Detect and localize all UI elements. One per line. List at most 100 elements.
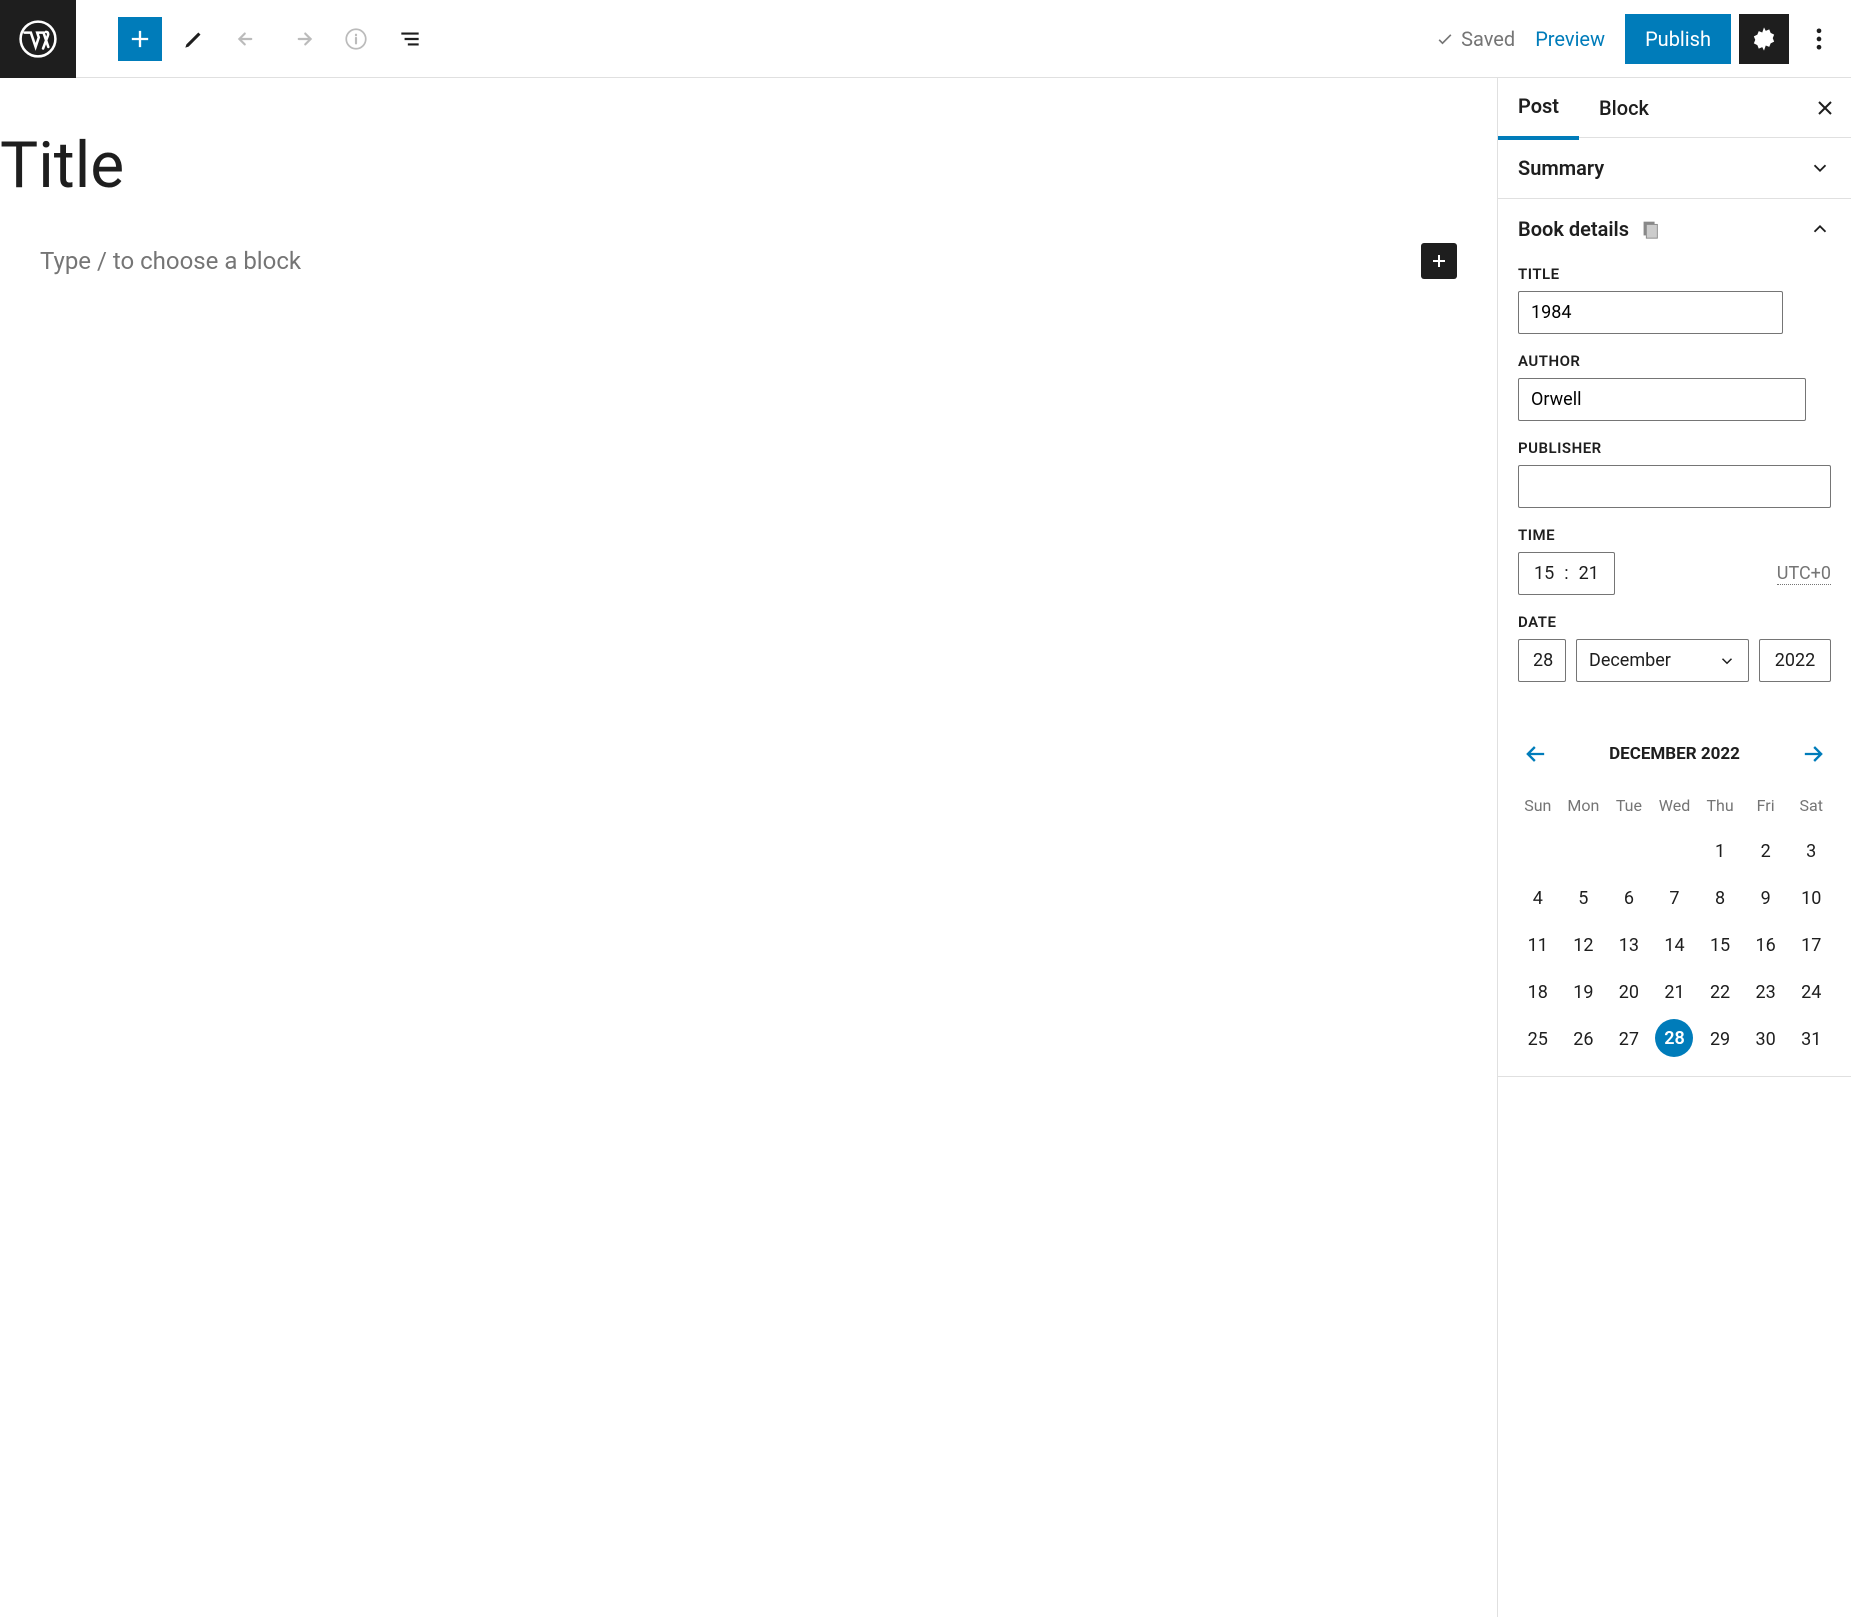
toolbar-right: Saved Preview Publish	[1435, 14, 1851, 64]
main-area: Title Type / to choose a block Post Bloc…	[0, 78, 1851, 1617]
calendar-nav: DECEMBER 2022	[1518, 736, 1831, 772]
publisher-field-input[interactable]	[1518, 465, 1831, 508]
calendar-day[interactable]: 28	[1655, 1019, 1693, 1057]
calendar-day[interactable]: 4	[1518, 878, 1558, 919]
title-field-label: TITLE	[1518, 265, 1831, 283]
gear-icon	[1750, 25, 1778, 53]
calendar-day[interactable]: 8	[1700, 878, 1740, 919]
calendar-day[interactable]: 5	[1564, 878, 1604, 919]
chevron-up-icon	[1809, 218, 1831, 240]
sidebar: Post Block Summary Book details	[1498, 78, 1851, 1617]
calendar-day[interactable]: 18	[1518, 972, 1558, 1013]
publish-button[interactable]: Publish	[1625, 14, 1731, 64]
time-separator: :	[1564, 563, 1568, 584]
calendar-day[interactable]: 11	[1518, 925, 1558, 966]
calendar-dow: Sun	[1518, 786, 1558, 825]
top-bar: Saved Preview Publish	[0, 0, 1851, 78]
calendar-day[interactable]: 3	[1791, 831, 1831, 872]
wordpress-icon	[19, 20, 57, 58]
calendar-day[interactable]: 10	[1791, 878, 1831, 919]
editor: Title Type / to choose a block	[0, 78, 1498, 1617]
date-month-select[interactable]: December	[1576, 639, 1749, 682]
calendar-day[interactable]: 31	[1791, 1019, 1831, 1060]
calendar-day[interactable]: 16	[1746, 925, 1786, 966]
time-field-label: TIME	[1518, 526, 1831, 544]
calendar-day[interactable]: 9	[1746, 878, 1786, 919]
author-field-label: AUTHOR	[1518, 352, 1831, 370]
date-year-input[interactable]: 2022	[1759, 639, 1831, 682]
more-options-button[interactable]	[1797, 14, 1841, 64]
calendar-day[interactable]: 19	[1564, 972, 1604, 1013]
sidebar-close-button[interactable]	[1813, 96, 1837, 120]
calendar-day[interactable]: 23	[1746, 972, 1786, 1013]
calendar-day[interactable]: 17	[1791, 925, 1831, 966]
calendar-empty	[1518, 831, 1558, 872]
calendar-day[interactable]: 7	[1655, 878, 1695, 919]
calendar-day[interactable]: 24	[1791, 972, 1831, 1013]
panel-summary-header[interactable]: Summary	[1498, 138, 1851, 198]
calendar-day[interactable]: 2	[1746, 831, 1786, 872]
arrow-left-icon	[1522, 740, 1550, 768]
calendar-day[interactable]: 26	[1564, 1019, 1604, 1060]
calendar-day[interactable]: 21	[1655, 972, 1695, 1013]
calendar-dow: Wed	[1655, 786, 1695, 825]
edit-tool-button[interactable]	[172, 17, 216, 61]
calendar-day[interactable]: 12	[1564, 925, 1604, 966]
calendar-day[interactable]: 27	[1609, 1019, 1649, 1060]
arrow-right-icon	[1799, 740, 1827, 768]
calendar-empty	[1609, 831, 1649, 872]
calendar-dow: Tue	[1609, 786, 1649, 825]
tab-post[interactable]: Post	[1498, 76, 1579, 140]
wordpress-logo[interactable]	[0, 0, 76, 78]
calendar-title: DECEMBER 2022	[1609, 744, 1740, 764]
info-icon	[343, 26, 369, 52]
editor-body: Type / to choose a block	[40, 243, 1457, 279]
saved-status: Saved	[1435, 27, 1515, 51]
calendar-day[interactable]: 6	[1609, 878, 1649, 919]
chevron-down-icon	[1718, 652, 1736, 670]
panel-summary: Summary	[1498, 138, 1851, 199]
calendar-day[interactable]: 1	[1700, 831, 1740, 872]
time-hours: 15	[1534, 563, 1554, 584]
tab-block[interactable]: Block	[1579, 78, 1669, 138]
title-field-input[interactable]	[1518, 291, 1783, 334]
calendar-dow: Mon	[1564, 786, 1604, 825]
calendar-day[interactable]: 29	[1700, 1019, 1740, 1060]
calendar-day[interactable]: 13	[1609, 925, 1649, 966]
author-field-input[interactable]	[1518, 378, 1806, 421]
panel-book-details-header[interactable]: Book details	[1498, 199, 1851, 259]
calendar-dow: Fri	[1746, 786, 1786, 825]
undo-button[interactable]	[226, 17, 270, 61]
toolbar-left	[0, 0, 432, 78]
calendar: DECEMBER 2022 SunMonTueWedThuFriSat12345…	[1498, 720, 1851, 1076]
sidebar-tabs: Post Block	[1498, 78, 1851, 138]
calendar-day[interactable]: 25	[1518, 1019, 1558, 1060]
redo-icon	[289, 26, 315, 52]
calendar-grid: SunMonTueWedThuFriSat1234567891011121314…	[1518, 786, 1831, 1060]
timezone-label[interactable]: UTC+0	[1777, 563, 1831, 585]
kebab-icon	[1805, 25, 1833, 53]
calendar-day[interactable]: 20	[1609, 972, 1649, 1013]
calendar-next-button[interactable]	[1795, 736, 1831, 772]
publisher-field-label: PUBLISHER	[1518, 439, 1831, 457]
calendar-day[interactable]: 22	[1700, 972, 1740, 1013]
block-placeholder[interactable]: Type / to choose a block	[40, 247, 301, 275]
add-block-button[interactable]	[118, 17, 162, 61]
redo-button[interactable]	[280, 17, 324, 61]
post-title[interactable]: Title	[0, 128, 1457, 203]
chevron-down-icon	[1809, 157, 1831, 179]
calendar-day[interactable]: 30	[1746, 1019, 1786, 1060]
date-day-input[interactable]: 28	[1518, 639, 1566, 682]
time-input[interactable]: 15 : 21	[1518, 552, 1615, 595]
preview-button[interactable]: Preview	[1535, 27, 1605, 51]
calendar-day[interactable]: 15	[1700, 925, 1740, 966]
calendar-day[interactable]: 14	[1655, 925, 1695, 966]
settings-button[interactable]	[1739, 14, 1789, 64]
undo-icon	[235, 26, 261, 52]
list-view-button[interactable]	[388, 17, 432, 61]
info-button[interactable]	[334, 17, 378, 61]
book-icon	[1639, 218, 1661, 240]
calendar-prev-button[interactable]	[1518, 736, 1554, 772]
add-block-inline-button[interactable]	[1421, 243, 1457, 279]
pencil-icon	[181, 26, 207, 52]
